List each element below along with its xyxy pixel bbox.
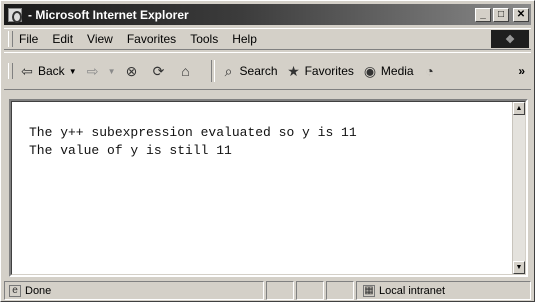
ie-app-icon[interactable]: [8, 7, 22, 23]
media-icon: ◉: [363, 62, 377, 79]
status-pane: [326, 281, 354, 300]
status-text: Done: [25, 284, 52, 297]
home-icon: ⌂: [181, 63, 190, 79]
refresh-icon: ⟳: [152, 62, 165, 79]
standard-toolbar: ⇦ Back ▼ ⇨ ▼ ⊗ ⟳ ⌂ ⌕ Search ★ Favorites …: [4, 52, 531, 90]
scroll-up-arrow-icon[interactable]: ▲: [513, 102, 525, 115]
windows-logo-icon: ❖: [491, 30, 529, 48]
status-pane: [266, 281, 294, 300]
forward-button[interactable]: ⇨ ▼: [85, 63, 116, 79]
favorites-button[interactable]: ★ Favorites: [286, 63, 354, 79]
back-label: Back: [38, 64, 65, 78]
back-dropdown-icon[interactable]: ▼: [69, 67, 77, 76]
home-button[interactable]: ⌂: [178, 63, 197, 79]
forward-arrow-icon: ⇨: [86, 62, 99, 79]
search-label: Search: [239, 64, 278, 78]
history-button[interactable]: ◔: [422, 63, 441, 79]
toolbar-separator: [210, 60, 215, 82]
security-zone-label: Local intranet: [379, 284, 446, 297]
menu-edit[interactable]: Edit: [52, 32, 73, 46]
minimize-button[interactable]: _: [475, 7, 491, 22]
menu-grip[interactable]: [8, 31, 13, 47]
search-icon: ⌕: [224, 62, 233, 79]
media-label: Media: [380, 64, 414, 78]
menu-bar: File Edit View Favorites Tools Help ❖: [4, 28, 531, 50]
page-viewport: The y++ subexpression evaluated so y is …: [11, 101, 526, 275]
title-bar[interactable]: - Microsoft Internet Explorer _ □ ✕: [4, 4, 531, 25]
page-content-area: The y++ subexpression evaluated so y is …: [9, 99, 528, 277]
intranet-zone-icon: ▦: [363, 284, 375, 297]
stop-icon: ⊗: [125, 62, 138, 79]
page-done-icon: e: [9, 284, 21, 297]
back-arrow-icon: ⇦: [21, 62, 33, 79]
close-button[interactable]: ✕: [513, 7, 529, 22]
status-bar: e Done ▦ Local intranet: [4, 281, 531, 300]
toolbar-overflow-chevron-icon[interactable]: »: [518, 64, 525, 78]
program-output: The y++ subexpression evaluated so y is …: [29, 124, 357, 160]
maximize-button[interactable]: □: [493, 7, 509, 22]
menu-help[interactable]: Help: [232, 32, 257, 46]
search-button[interactable]: ⌕ Search: [221, 63, 278, 79]
history-icon: ◔: [425, 63, 434, 79]
favorites-icon: ★: [287, 62, 300, 79]
output-line: The y++ subexpression evaluated so y is …: [29, 125, 357, 140]
menu-tools[interactable]: Tools: [190, 32, 218, 46]
back-button[interactable]: ⇦ Back ▼: [19, 62, 77, 79]
menu-file[interactable]: File: [19, 32, 38, 46]
media-button[interactable]: ◉ Media: [362, 63, 414, 79]
stop-button[interactable]: ⊗: [124, 63, 143, 79]
refresh-button[interactable]: ⟳: [151, 63, 170, 79]
browser-window: - Microsoft Internet Explorer _ □ ✕ File…: [0, 0, 535, 302]
favorites-label: Favorites: [304, 64, 354, 78]
menu-favorites[interactable]: Favorites: [127, 32, 176, 46]
menu-view[interactable]: View: [87, 32, 113, 46]
output-line: The value of y is still 11: [29, 143, 232, 158]
vertical-scrollbar[interactable]: ▲ ▼: [512, 102, 525, 274]
toolbar-grip[interactable]: [8, 63, 13, 79]
scroll-down-arrow-icon[interactable]: ▼: [513, 261, 525, 274]
security-zone-pane[interactable]: ▦ Local intranet: [356, 281, 531, 300]
status-main-pane: e Done: [4, 281, 264, 300]
forward-dropdown-icon[interactable]: ▼: [108, 67, 116, 76]
window-title: - Microsoft Internet Explorer: [28, 7, 189, 22]
status-pane: [296, 281, 324, 300]
